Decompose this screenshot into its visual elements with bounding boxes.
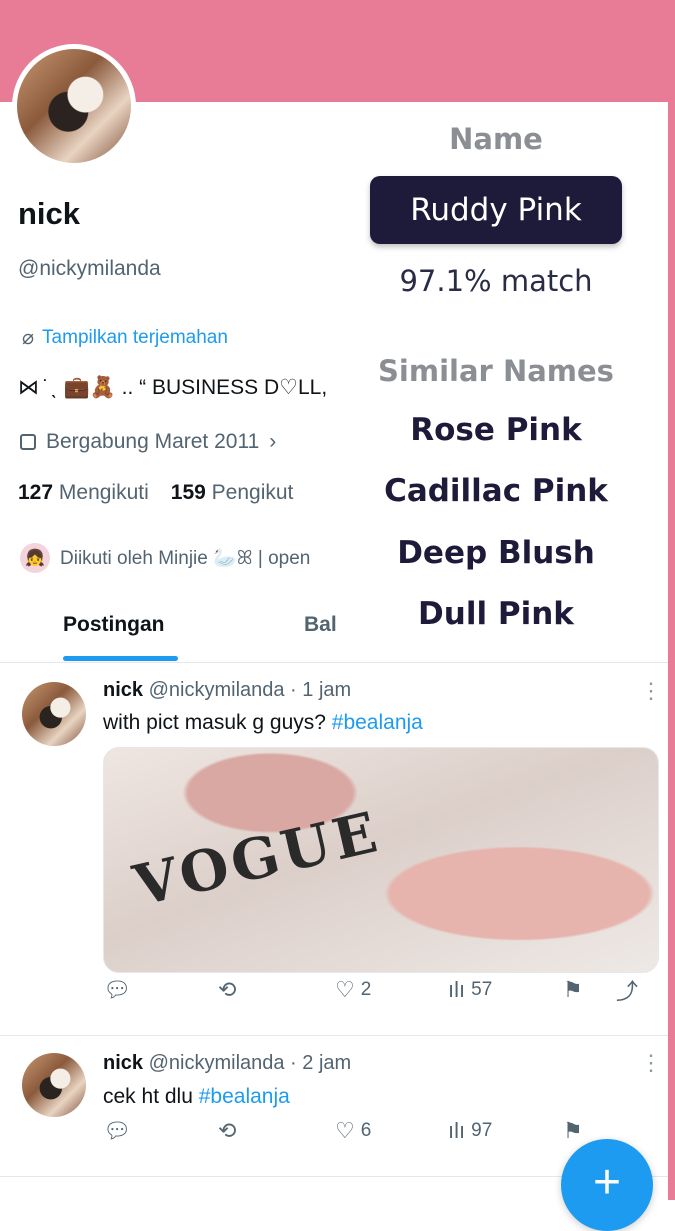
chevron-right-icon[interactable]: › <box>269 430 276 454</box>
translate-link[interactable]: ⌀ Tampilkan terjemahan <box>22 325 228 350</box>
tab-postingan[interactable]: Postingan <box>63 613 165 637</box>
profile-display-name: nick <box>18 196 81 231</box>
post-meta: @nickymilanda · 1 jam <box>148 679 352 701</box>
retweet-button[interactable]: ⟲ <box>218 1118 236 1144</box>
like-count: 6 <box>360 1120 372 1141</box>
post-text: with pict masuk g guys? #bealanja <box>103 711 423 735</box>
following-count: 127 <box>18 481 54 504</box>
share-button[interactable]: ⤴ <box>616 974 638 1006</box>
banner-edge <box>668 0 675 1200</box>
similar-name: Cadillac Pink <box>384 473 608 509</box>
post-meta: @nickymilanda · 2 jam <box>148 1052 352 1074</box>
share-icon: ⤴ <box>616 979 639 1004</box>
calendar-icon <box>20 434 36 450</box>
like-button[interactable]: ♡ 2 <box>335 977 371 1003</box>
reply-button[interactable]: 💬︎ <box>103 977 131 1003</box>
translate-icon: ⌀ <box>22 327 35 349</box>
post-author[interactable]: nick <box>103 1052 143 1074</box>
hashtag-link[interactable]: #bealanja <box>199 1085 290 1108</box>
post-author[interactable]: nick <box>103 679 143 701</box>
followed-by[interactable]: 👧 Diikuti oleh Minjie 🦢ꕤ | open <box>20 543 365 573</box>
views-icon: ılı <box>448 1118 466 1143</box>
follow-stats: 127 Mengikuti 159 Pengikut <box>18 481 363 505</box>
joined-label: Bergabung Maret 2011 <box>46 430 260 453</box>
post-header: nick @nickymilanda · 1 jam <box>103 679 351 702</box>
name-heading: Name <box>449 122 543 156</box>
compose-icon: + <box>592 1156 622 1209</box>
post-text: cek ht dlu #bealanja <box>103 1085 290 1109</box>
like-count: 2 <box>360 979 372 1000</box>
post-text-content: with pict masuk g guys? <box>103 711 332 734</box>
followers-label: Pengikut <box>211 481 294 504</box>
views-button[interactable]: ılı 57 <box>448 977 492 1003</box>
followed-by-label: Diikuti oleh Minjie 🦢ꕤ | open <box>60 548 311 569</box>
like-icon: ♡ <box>335 977 355 1002</box>
retweet-icon: ⟲ <box>218 977 237 1002</box>
bookmark-icon: ⚑ <box>563 977 583 1002</box>
views-button[interactable]: ılı 97 <box>448 1118 492 1144</box>
similar-name: Deep Blush <box>397 535 595 571</box>
more-icon[interactable]: ⋮ <box>640 1050 662 1076</box>
profile-handle: @nickymilanda <box>18 257 161 280</box>
similar-name: Dull Pink <box>418 596 574 632</box>
post-avatar[interactable] <box>22 682 86 746</box>
post-image[interactable]: VOGUE <box>103 747 659 973</box>
bookmark-button[interactable]: ⚑ <box>563 977 583 1003</box>
divider <box>0 1035 668 1036</box>
bookmark-icon: ⚑ <box>563 1118 583 1143</box>
translate-label: Tampilkan terjemahan <box>42 326 228 348</box>
bookmark-button[interactable]: ⚑ <box>563 1118 583 1144</box>
reply-icon: 💬︎ <box>103 1118 131 1143</box>
reply-button[interactable]: 💬︎ <box>103 1118 131 1144</box>
color-name-badge: Ruddy Pink <box>370 176 622 244</box>
reply-icon: 💬︎ <box>103 977 131 1002</box>
color-name-panel: Name Ruddy Pink 97.1% match Similar Name… <box>350 104 650 659</box>
tab-balasan[interactable]: Bal <box>304 613 337 637</box>
view-count: 97 <box>471 1120 493 1141</box>
like-button[interactable]: ♡ 6 <box>335 1118 371 1144</box>
similar-names-heading: Similar Names <box>378 354 614 388</box>
image-text: VOGUE <box>127 798 387 920</box>
post-text-content: cek ht dlu <box>103 1085 199 1108</box>
more-icon[interactable]: ⋮ <box>640 678 662 704</box>
follower-avatar: 👧 <box>20 543 50 573</box>
post-avatar[interactable] <box>22 1053 86 1117</box>
divider <box>0 662 668 663</box>
following-link[interactable]: 127 Mengikuti <box>18 481 149 504</box>
retweet-icon: ⟲ <box>218 1118 237 1143</box>
view-count: 57 <box>471 979 493 1000</box>
post-header: nick @nickymilanda · 2 jam <box>103 1052 351 1075</box>
following-label: Mengikuti <box>58 481 149 504</box>
match-percent: 97.1% match <box>399 264 593 298</box>
profile-bio: ⋈ ̇ ˎ 💼🧸 .. “ BUSINESS D♡LL, <box>18 376 328 399</box>
similar-name: Rose Pink <box>410 412 582 448</box>
joined-date: Bergabung Maret 2011 › <box>20 430 276 454</box>
followers-count: 159 <box>170 481 206 504</box>
profile-avatar[interactable] <box>12 44 136 168</box>
hashtag-link[interactable]: #bealanja <box>332 711 423 734</box>
retweet-button[interactable]: ⟲ <box>218 977 236 1003</box>
active-tab-indicator <box>63 656 178 661</box>
followers-link[interactable]: 159 Pengikut <box>171 481 294 504</box>
compose-button[interactable]: + <box>561 1139 653 1231</box>
views-icon: ılı <box>448 977 466 1002</box>
like-icon: ♡ <box>335 1118 355 1143</box>
